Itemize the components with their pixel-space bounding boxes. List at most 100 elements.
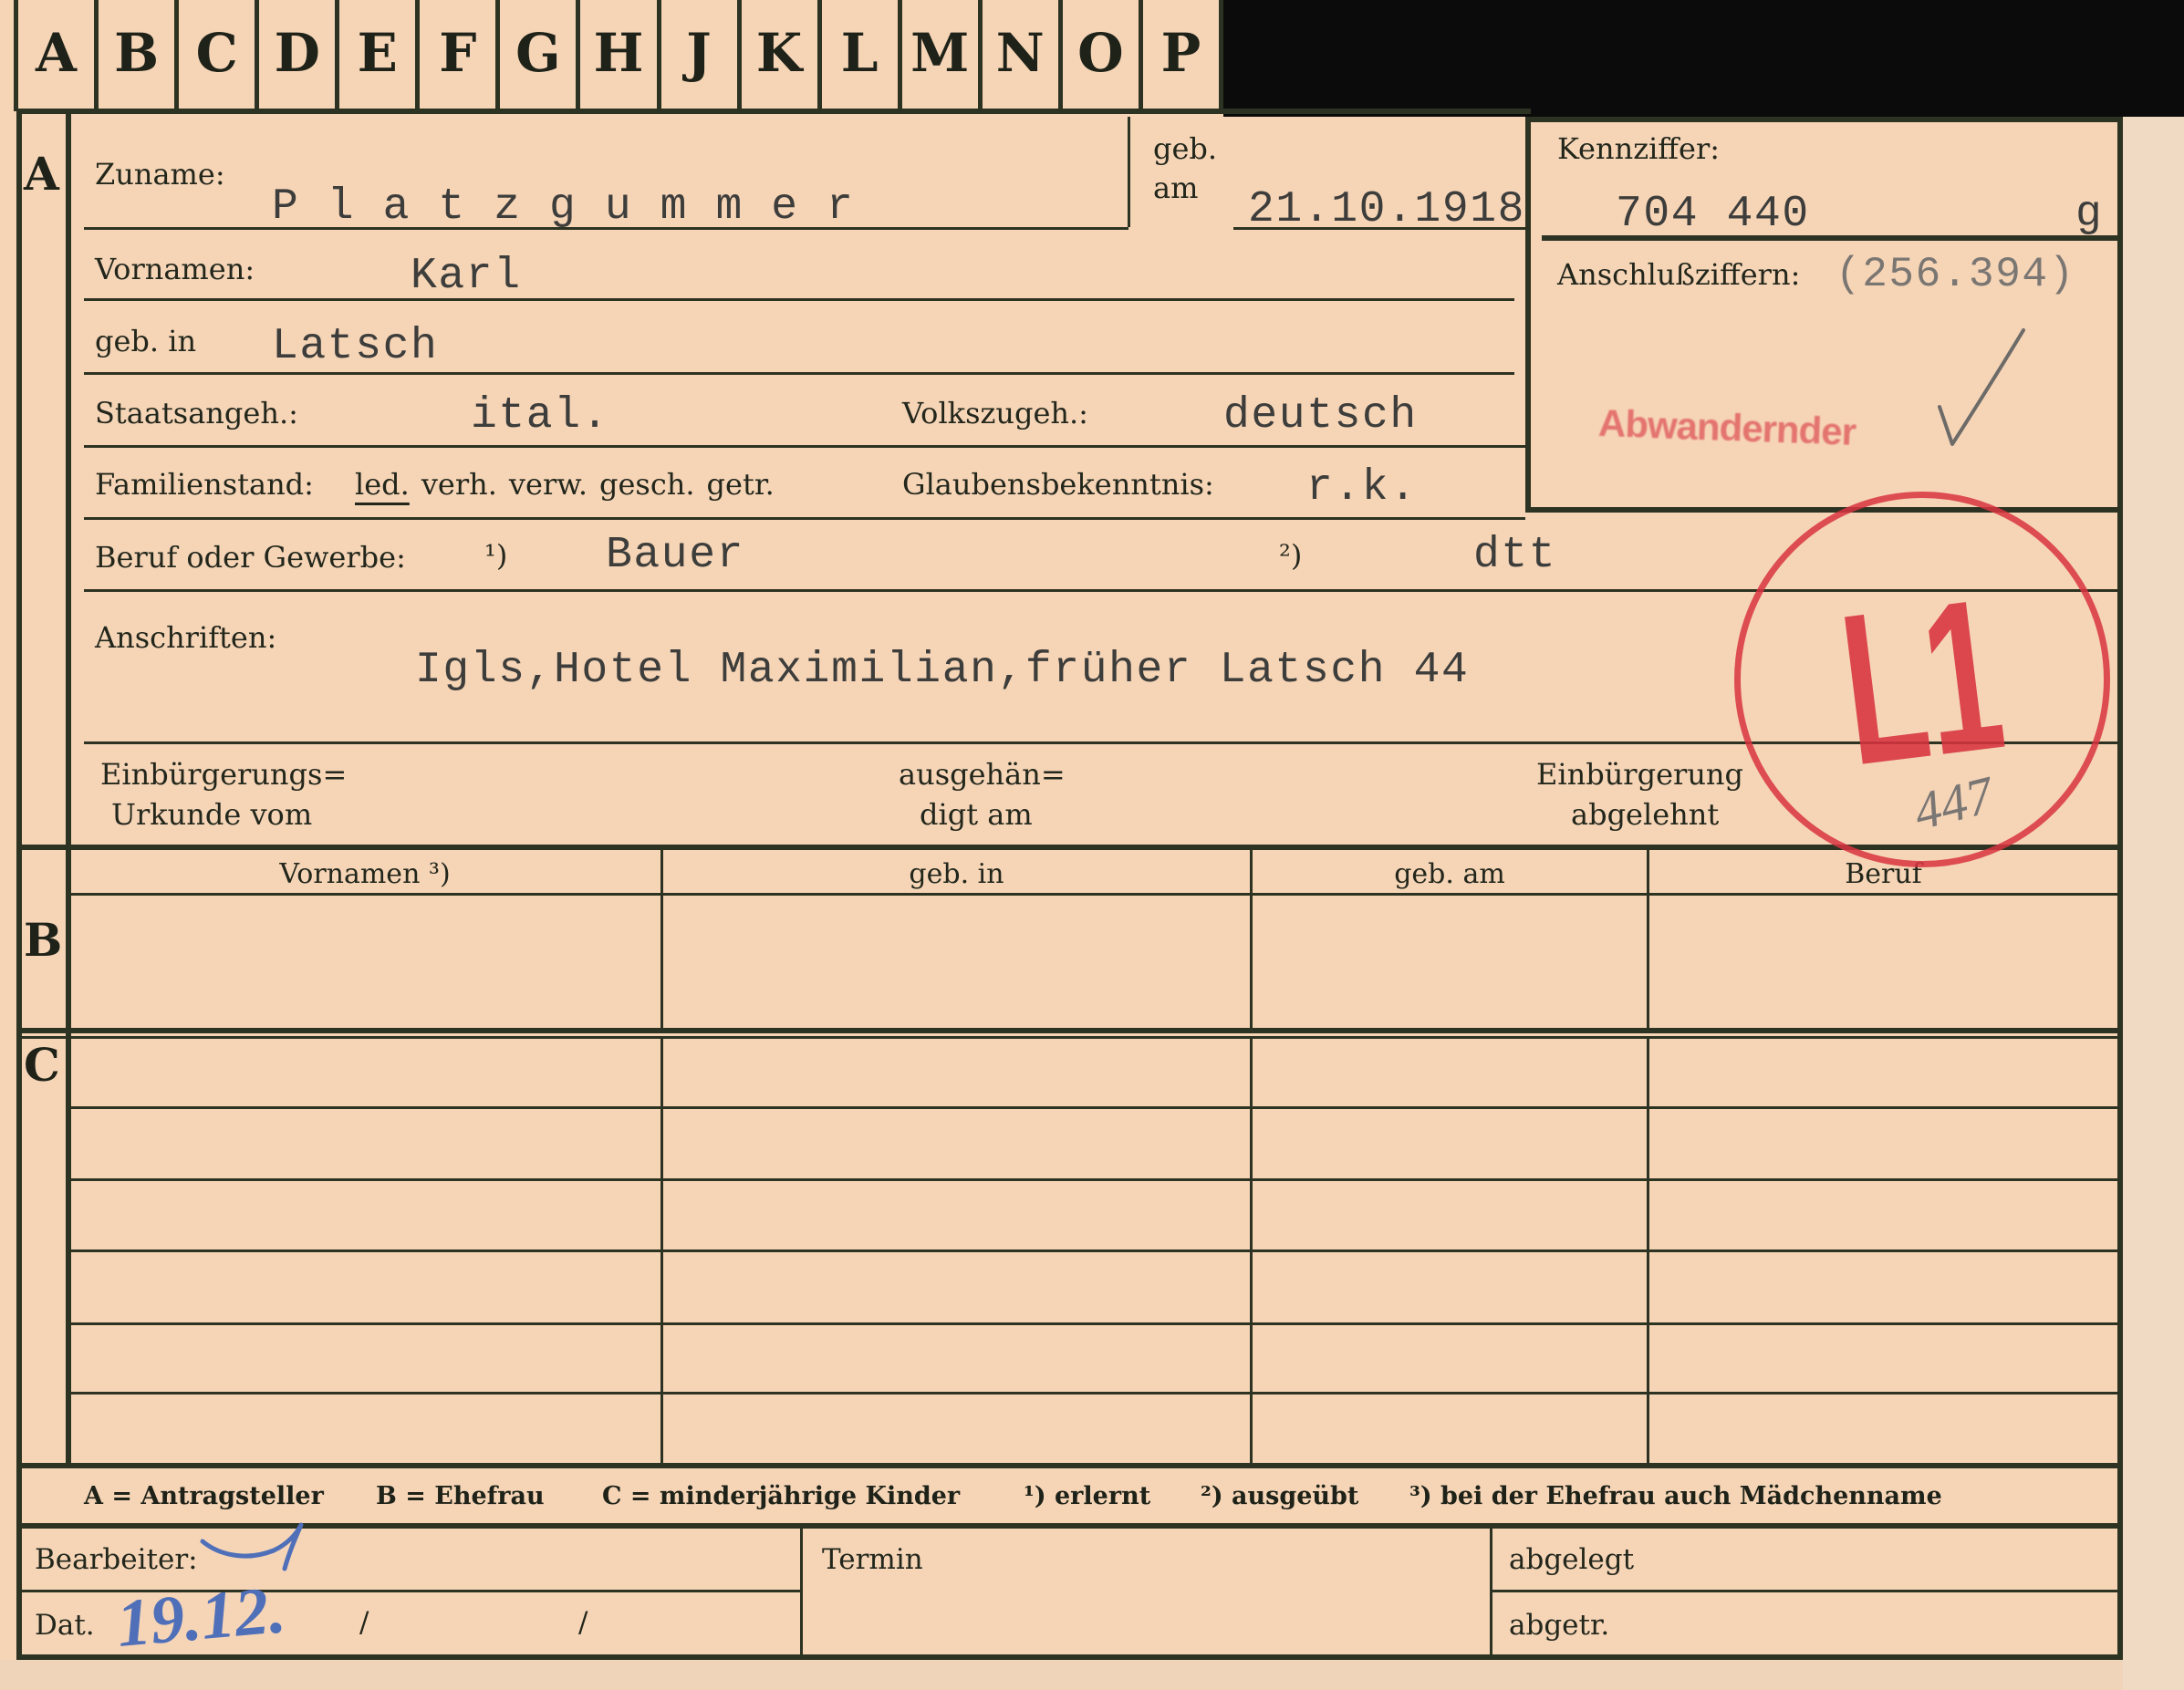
id-box-top-border — [1525, 117, 2123, 122]
red-stamp-code: L1 — [1830, 553, 2014, 812]
alphabet-tab-c: C — [174, 0, 255, 111]
citizenship-rule — [84, 445, 1525, 448]
related-ids-label: Anschlußziffern: — [1557, 257, 1801, 292]
section-c-end-rule — [16, 1463, 2123, 1468]
section-b-end-rule-thin — [16, 1036, 2123, 1039]
removed-label: abgetr. — [1509, 1609, 1610, 1642]
footer-divider-1 — [800, 1526, 803, 1657]
legend-footnote-learned: ¹) erlernt — [1024, 1482, 1151, 1510]
section-letter-b: B — [24, 913, 63, 967]
naturalization-refused-label-line1: Einbürgerung — [1536, 757, 1744, 792]
birth-date-label-line1: geb. — [1153, 131, 1218, 166]
handwritten-date: 19.12. — [113, 1572, 289, 1662]
alphabet-tab-j: J — [656, 0, 737, 111]
section-b-end-rule — [16, 1028, 2123, 1033]
faded-red-stamp: Abwandernder — [1597, 401, 1856, 453]
occupation-label: Beruf oder Gewerbe: — [95, 540, 406, 575]
religion-label: Glaubensbekenntnis: — [902, 467, 1214, 502]
children-table-row-rule — [69, 1106, 2117, 1109]
occupation-practiced-marker: ²) — [1279, 538, 1303, 573]
legend-applicant: A = Antragsteller — [84, 1482, 324, 1510]
alphabet-tab-k: K — [736, 0, 817, 111]
occupation-learned-value: Bauer — [606, 531, 745, 580]
section-letter-c: C — [24, 1038, 60, 1092]
marital-status-options: led. verh. verw. gesch. getr. — [355, 470, 775, 499]
filed-label: abgelegt — [1509, 1543, 1635, 1576]
alphabet-tab-o: O — [1057, 0, 1139, 111]
legend-footnote-practiced: ²) ausgeübt — [1201, 1482, 1359, 1510]
alphabet-tab-b: B — [94, 0, 174, 111]
alphabet-tab-h: H — [576, 0, 656, 111]
card-left-border — [16, 109, 22, 1660]
ethnicity-label: Volkszugeh.: — [902, 396, 1088, 430]
surname-birthdate-divider — [1128, 117, 1130, 227]
registration-index-card: A B C D E F G H J K L M N O P A B C Zuna… — [0, 0, 2184, 1690]
id-label: Kennziffer: — [1557, 131, 1721, 166]
scan-backdrop-top-right — [1223, 0, 2184, 117]
marital-status-rule — [84, 517, 1525, 520]
id-value: 704 440 — [1616, 190, 1810, 239]
spouse-col-birth-date: geb. am — [1394, 858, 1505, 890]
check-mark-icon — [1938, 328, 2025, 446]
alphabet-tab-m: M — [897, 0, 978, 111]
spouse-col-occupation: Beruf — [1845, 858, 1922, 890]
birthplace-value: Latsch — [272, 322, 439, 371]
children-table-row-rule — [69, 1392, 2117, 1395]
surname-label: Zuname: — [95, 157, 225, 192]
alphabet-tab-e: E — [335, 0, 415, 111]
citizenship-value: ital. — [471, 391, 610, 441]
alphabet-tab-a: A — [14, 0, 94, 111]
marital-status-label: Familienstand: — [95, 467, 314, 502]
alphabet-tab-f: F — [415, 0, 495, 111]
scan-backdrop-bottom-edge — [0, 1660, 2123, 1690]
surname-value: P l a t z g u m m e r — [272, 182, 855, 232]
first-names-label: Vornamen: — [95, 252, 255, 286]
address-label: Anschriften: — [95, 620, 277, 655]
birth-date-label-line2: am — [1153, 171, 1199, 205]
marital-option-single: led. — [355, 467, 410, 502]
card-top-border — [16, 109, 1531, 114]
legend-footnote-maiden-name: ³) bei der Ehefrau auch Mädchenname — [1409, 1482, 1942, 1510]
processor-initial-scribble-icon — [200, 1522, 304, 1571]
legend-bottom-rule — [16, 1523, 2123, 1529]
section-letter-a: A — [24, 147, 59, 201]
alphabet-tab-l: L — [816, 0, 898, 111]
citizenship-label: Staatsangeh.: — [95, 396, 298, 430]
alphabet-tab-strip: A B C D E F G H J K L M N O P — [14, 0, 1223, 111]
children-table-row-rule — [69, 1322, 2117, 1325]
marital-option-widowed: verw. — [508, 467, 588, 502]
occupation-practiced-value: dtt — [1473, 531, 1557, 580]
first-names-rule — [84, 298, 1514, 301]
naturalization-certificate-label-line1: Einbürgerungs= — [100, 757, 348, 792]
children-table-row-rule — [69, 1178, 2117, 1181]
spouse-table-header-rule — [69, 893, 2117, 896]
first-names-value: Karl — [411, 252, 522, 301]
alphabet-tab-n: N — [977, 0, 1058, 111]
legend-wife: B = Ehefrau — [376, 1482, 545, 1510]
marital-option-separated: getr. — [706, 467, 775, 502]
id-suffix: g — [2075, 190, 2104, 239]
naturalization-refused-label-line2: abgelehnt — [1571, 797, 1720, 832]
marital-option-married: verh. — [421, 467, 497, 502]
address-value: Igls,Hotel Maximilian,früher Latsch 44 — [415, 646, 1470, 695]
alphabet-tab-g: G — [495, 0, 576, 111]
handed-over-label-line1: ausgehän= — [899, 757, 1066, 792]
birth-date-value: 21.10.1918 — [1248, 185, 1526, 234]
processor-label: Bearbeiter: — [35, 1543, 198, 1576]
spouse-col-first-names: Vornamen ³) — [279, 858, 451, 890]
religion-value: r.k. — [1306, 463, 1418, 513]
alphabet-tab-p: P — [1138, 0, 1219, 111]
related-ids-value: (256.394) — [1836, 251, 2075, 298]
alphabet-tab-d: D — [255, 0, 335, 111]
date-label: Dat. — [35, 1609, 95, 1642]
occupation-learned-marker: ¹) — [484, 538, 508, 573]
date-separator-2: / — [578, 1606, 588, 1639]
marital-option-divorced: gesch. — [599, 467, 695, 502]
birthplace-rule — [84, 372, 1514, 375]
section-a-end-rule — [16, 845, 2123, 850]
card-right-border — [2117, 117, 2123, 1660]
filed-rule — [1490, 1590, 2119, 1592]
card-bottom-border — [16, 1654, 2123, 1660]
id-box-left-border — [1525, 117, 1531, 513]
section-letter-column-rule — [66, 109, 71, 1467]
